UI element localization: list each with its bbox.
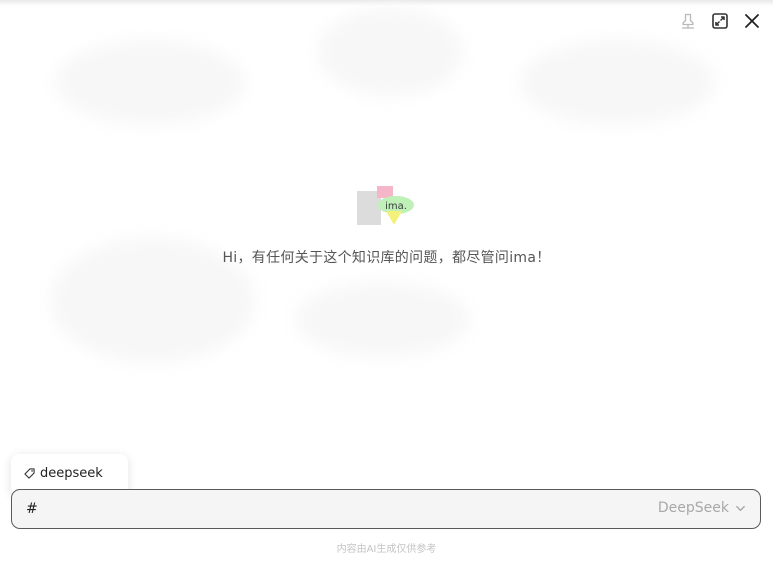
tag-suggestion-item[interactable]: deepseek: [24, 466, 103, 481]
chevron-down-icon: [736, 505, 745, 511]
model-selector[interactable]: DeepSeek: [658, 500, 746, 516]
top-edge-shadow: [0, 0, 773, 6]
background-blob: [318, 8, 463, 96]
background-blob: [295, 282, 470, 357]
ima-logo: ima.: [357, 186, 414, 225]
chat-input-bar: DeepSeek: [11, 489, 761, 529]
maximize-button[interactable]: [709, 10, 731, 32]
pin-button[interactable]: [677, 10, 699, 32]
tag-suggestion-label: deepseek: [40, 466, 103, 481]
chat-input[interactable]: [26, 499, 586, 519]
model-selector-label: DeepSeek: [657, 500, 729, 516]
maximize-icon: [712, 13, 728, 29]
tag-icon: [24, 468, 35, 479]
background-blob: [520, 40, 715, 125]
logo-text: ima.: [385, 201, 407, 212]
ai-disclaimer: 内容由AI生成仅供参考: [336, 544, 437, 555]
close-button[interactable]: [741, 10, 763, 32]
background-blob: [55, 40, 245, 125]
close-icon: [745, 14, 759, 28]
greeting-text: Hi，有任何关于这个知识库的问题，都尽管问ima！: [222, 250, 551, 266]
pin-icon: [682, 13, 694, 29]
window-controls: [677, 10, 763, 32]
knowledge-base-chat-panel: ima. Hi，有任何关于这个知识库的问题，都尽管问ima！ deepseek …: [0, 0, 773, 563]
